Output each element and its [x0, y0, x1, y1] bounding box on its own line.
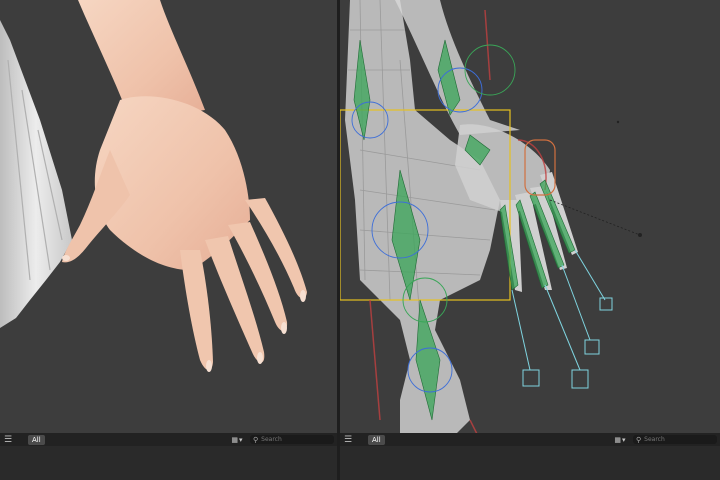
- search-field[interactable]: ⚲: [633, 435, 717, 444]
- right-bottom-panel: [340, 446, 720, 480]
- tab-all[interactable]: All: [28, 434, 45, 445]
- hamburger-menu-icon[interactable]: ☰: [0, 433, 16, 446]
- viewport-rendered-hand[interactable]: [0, 0, 337, 446]
- cloth-mesh: [0, 20, 72, 328]
- left-bottom-panel: [0, 446, 337, 480]
- search-icon: ⚲: [636, 435, 642, 444]
- grid-filter-icon[interactable]: ▦ ▾: [228, 435, 246, 445]
- search-input[interactable]: [644, 436, 709, 443]
- left-viewport-header: ☰ All ▦ ▾ ⚲: [0, 433, 337, 446]
- search-icon: ⚲: [253, 435, 259, 444]
- viewport-armature-wireframe[interactable]: [340, 0, 720, 446]
- search-input[interactable]: [261, 436, 326, 443]
- hand-render: [0, 0, 307, 372]
- grid-filter-icon[interactable]: ▦ ▾: [611, 435, 629, 445]
- hamburger-menu-icon[interactable]: ☰: [340, 433, 356, 446]
- right-viewport-header: ☰ All ▦ ▾ ⚲: [340, 433, 720, 446]
- chevron-down-icon: ▾: [239, 435, 243, 444]
- index-finger: [180, 250, 213, 371]
- ik-controls: [511, 249, 613, 389]
- armature-render: [340, 0, 642, 441]
- search-field[interactable]: ⚲: [250, 435, 334, 444]
- chevron-down-icon: ▾: [622, 435, 626, 444]
- tab-all[interactable]: All: [368, 434, 385, 445]
